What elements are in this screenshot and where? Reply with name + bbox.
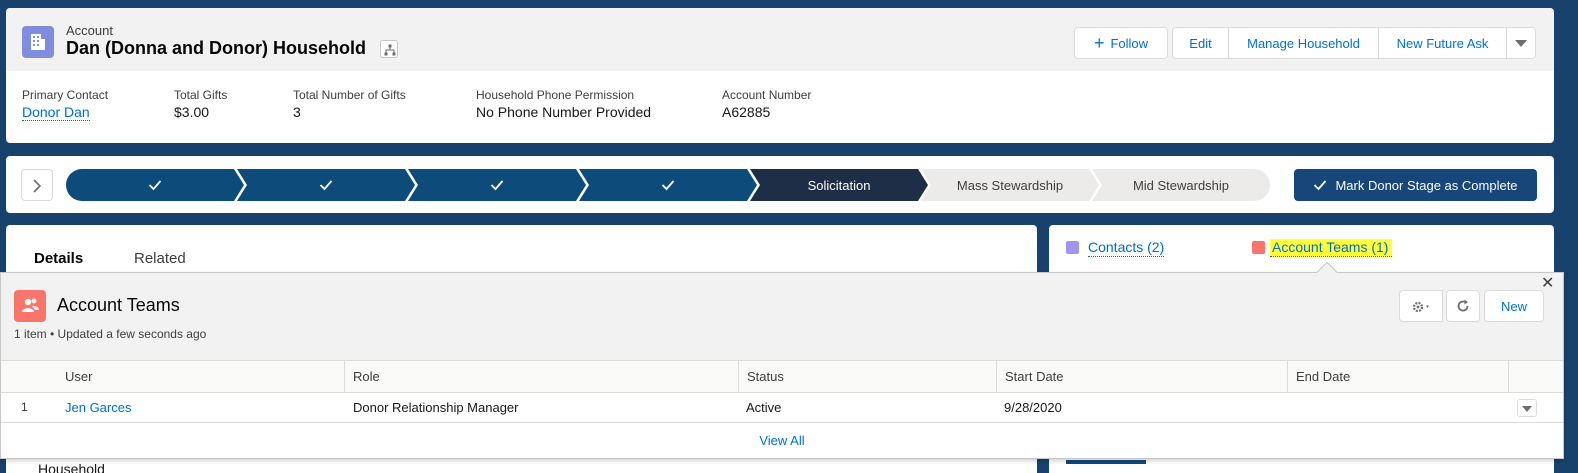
field-label: Account Number (722, 88, 812, 102)
check-icon (490, 180, 504, 191)
field-label: Total Gifts (174, 88, 228, 102)
record-header: Account Dan (Donna and Donor) Household … (6, 8, 1554, 143)
household-section-label: Household (38, 461, 105, 473)
gear-icon (1412, 301, 1429, 313)
popover-subtitle: 1 item • Updated a few seconds ago (14, 327, 207, 341)
record-header-top: Account Dan (Donna and Donor) Household … (6, 8, 1554, 71)
account-teams-icon (1252, 241, 1265, 254)
stage-label: Mid Stewardship (1132, 177, 1230, 193)
field-value: A62885 (722, 104, 771, 120)
list-settings-button[interactable] (1399, 290, 1443, 322)
path-stage-complete[interactable] (66, 169, 244, 201)
primary-contact-link[interactable]: Donor Dan (22, 104, 90, 121)
object-type-label: Account (66, 23, 113, 38)
contacts-icon (1066, 241, 1079, 254)
column-header-end-date[interactable]: End Date (1287, 361, 1508, 392)
record-title: Dan (Donna and Donor) Household (66, 38, 366, 58)
path-stage-complete[interactable] (408, 169, 586, 201)
account-teams-hover-popover: Account Teams 1 item • Updated a few sec… (0, 261, 1564, 459)
highlight-field-total-gifts: Total Gifts $3.00 (174, 88, 227, 120)
field-label: Total Number of Gifts (293, 88, 406, 102)
column-header-status[interactable]: Status (738, 361, 996, 392)
tab-details[interactable]: Details (34, 250, 83, 267)
check-icon (661, 180, 675, 191)
follow-label: Follow (1110, 35, 1149, 51)
table-row: 1 Jen Garces Donor Relationship Manager … (1, 393, 1563, 423)
mark-stage-complete-button[interactable]: Mark Donor Stage as Complete (1294, 169, 1537, 201)
column-header-actions (1508, 361, 1564, 392)
refresh-icon (1457, 299, 1469, 312)
refresh-button[interactable] (1446, 290, 1480, 322)
chevron-right-icon (33, 179, 42, 193)
path-component: Solicitation Mass Stewardship Mid Stewar… (6, 156, 1554, 213)
row-actions-button[interactable] (1517, 399, 1537, 417)
highlight-field-phone-permission: Household Phone Permission No Phone Numb… (476, 88, 651, 120)
path-stage-complete[interactable] (237, 169, 415, 201)
edit-button[interactable]: Edit (1172, 27, 1229, 59)
popover-header (1, 273, 1563, 360)
account-teams-related-link[interactable]: Account Teams (1) (1270, 239, 1393, 257)
view-hierarchy-button[interactable] (380, 40, 398, 58)
start-date-cell: 9/28/2020 (1004, 400, 1062, 415)
path-stage-current[interactable]: Solicitation (750, 169, 928, 201)
field-value: 3 (293, 104, 301, 120)
tab-indicator (1066, 460, 1146, 464)
highlight-field-total-number-of-gifts: Total Number of Gifts 3 (293, 88, 406, 120)
new-button[interactable]: New (1484, 290, 1544, 322)
tab-related[interactable]: Related (134, 250, 186, 267)
mark-complete-label: Mark Donor Stage as Complete (1335, 177, 1518, 193)
role-cell: Donor Relationship Manager (353, 400, 519, 415)
follow-button[interactable]: + Follow (1074, 27, 1168, 59)
field-value: No Phone Number Provided (476, 104, 652, 120)
check-icon (148, 180, 162, 191)
chevron-down-icon (1515, 39, 1527, 47)
user-link[interactable]: Jen Garces (65, 393, 131, 422)
field-label: Household Phone Permission (476, 88, 635, 102)
path-stage-incomplete[interactable]: Mid Stewardship (1092, 169, 1270, 201)
table-header: User Role Status Start Date End Date (1, 360, 1563, 393)
path-stage-complete[interactable] (579, 169, 757, 201)
row-number: 1 (21, 400, 28, 414)
chevron-down-icon (1522, 406, 1532, 412)
field-label: Primary Contact (22, 88, 109, 102)
plus-icon: + (1093, 33, 1105, 53)
more-actions-button[interactable] (1506, 27, 1536, 59)
column-header-role[interactable]: Role (344, 361, 738, 392)
hierarchy-icon (384, 44, 396, 56)
popover-title: Account Teams (57, 295, 180, 315)
manage-household-button[interactable]: Manage Household (1228, 27, 1379, 59)
contacts-related-link[interactable]: Contacts (2) (1088, 239, 1165, 257)
highlight-field-primary-contact: Primary Contact Donor Dan (22, 88, 109, 121)
field-value: $3.00 (174, 104, 210, 120)
check-icon (1314, 180, 1327, 191)
status-cell: Active (746, 400, 782, 415)
close-icon[interactable]: ✕ (1541, 276, 1554, 292)
account-icon (22, 26, 54, 58)
new-future-ask-button[interactable]: New Future Ask (1378, 27, 1507, 59)
column-header-start-date[interactable]: Start Date (996, 361, 1287, 392)
view-all-link[interactable]: View All (1, 433, 1563, 448)
highlight-field-account-number: Account Number A62885 (722, 88, 811, 120)
path-stage-incomplete[interactable]: Mass Stewardship (921, 169, 1099, 201)
path-expand-button[interactable] (21, 169, 53, 201)
stage-label: Mass Stewardship (956, 177, 1064, 193)
check-icon (319, 180, 333, 191)
account-team-icon (14, 290, 46, 322)
column-header-user[interactable]: User (57, 361, 344, 392)
stage-label: Solicitation (807, 177, 871, 193)
